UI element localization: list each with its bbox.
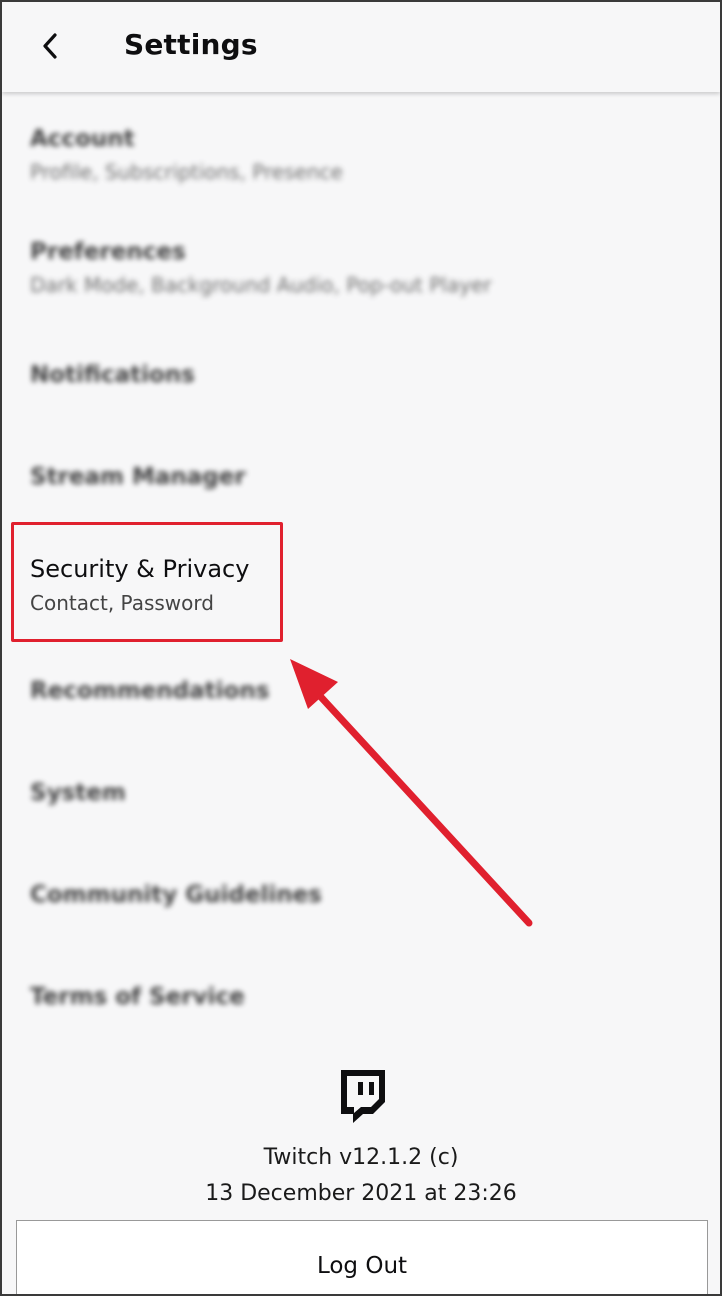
menu-item-label: Notifications xyxy=(30,362,195,388)
menu-item-description: Profile, Subscriptions, Presence xyxy=(30,160,343,184)
menu-item-label: Recommendations xyxy=(30,678,270,704)
top-bar: Settings xyxy=(2,2,720,92)
menu-item-terms-of-service[interactable]: Terms of Service xyxy=(30,984,245,1010)
menu-item-description: Contact, Password xyxy=(30,591,214,615)
menu-item-community-guidelines[interactable]: Community Guidelines xyxy=(30,882,322,908)
chevron-left-icon xyxy=(43,33,57,59)
menu-item-security-privacy[interactable]: Security & Privacy Contact, Password xyxy=(30,555,249,615)
menu-item-system[interactable]: System xyxy=(30,780,126,806)
menu-item-preferences[interactable]: Preferences Dark Mode, Background Audio,… xyxy=(30,239,491,297)
menu-item-description: Dark Mode, Background Audio, Pop-out Pla… xyxy=(30,273,492,297)
menu-item-stream-manager[interactable]: Stream Manager xyxy=(30,464,246,490)
menu-item-label: Stream Manager xyxy=(30,464,246,490)
menu-item-label: Community Guidelines xyxy=(30,882,322,908)
logout-button[interactable]: Log Out xyxy=(16,1220,708,1294)
back-button[interactable] xyxy=(28,24,72,68)
twitch-logo-icon xyxy=(341,1070,385,1123)
settings-screen: Settings Account Profile, Subscriptions,… xyxy=(0,0,722,1296)
menu-item-account[interactable]: Account Profile, Subscriptions, Presence xyxy=(30,126,343,184)
page-title: Settings xyxy=(124,28,258,61)
menu-item-label: Terms of Service xyxy=(30,984,245,1010)
build-date: 13 December 2021 at 23:26 xyxy=(205,1181,517,1206)
menu-item-label: Account xyxy=(30,126,135,152)
menu-item-label: System xyxy=(30,780,126,806)
menu-item-label: Security & Privacy xyxy=(30,555,250,583)
menu-item-label: Preferences xyxy=(30,239,186,265)
app-version: Twitch v12.1.2 (c) xyxy=(263,1145,459,1170)
menu-item-notifications[interactable]: Notifications xyxy=(30,362,195,388)
menu-item-recommendations[interactable]: Recommendations xyxy=(30,678,269,704)
